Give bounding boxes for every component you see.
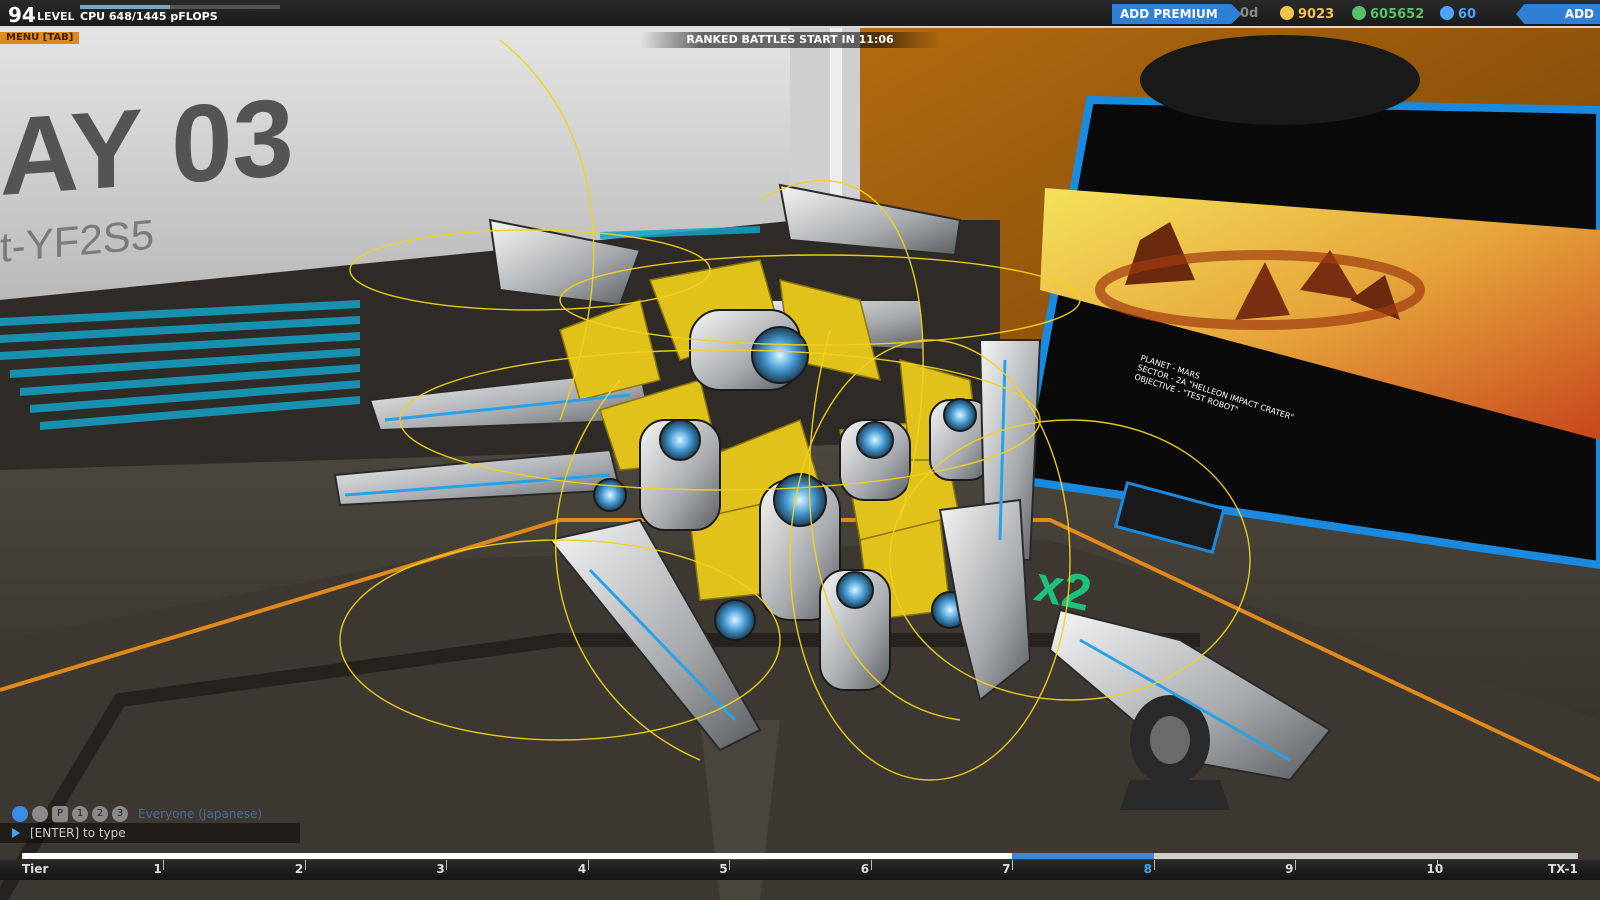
cpu-usage-text: CPU 648/1445 pFLOPS (80, 10, 218, 23)
tier-labels: Tier 1 2 3 4 5 6 7 8 9 10 TX-1 (0, 860, 1600, 880)
user-2-icon[interactable]: 2 (92, 806, 108, 822)
tier-tick (163, 860, 165, 870)
bay-title-text: AY 03 (0, 76, 294, 219)
tier-progress-bar (22, 853, 1578, 859)
tier-label-1: 1 (153, 862, 162, 876)
cc-currency: 60 (1440, 6, 1476, 22)
tier-label-start: Tier (22, 862, 49, 876)
robits-value: 9023 (1298, 7, 1335, 22)
user-1-icon[interactable]: 1 (72, 806, 88, 822)
tier-label-6: 6 (860, 862, 870, 876)
rp-currency: 605652 (1352, 6, 1424, 22)
tier-tick (587, 860, 589, 870)
user-3-icon[interactable]: 3 (112, 806, 128, 822)
current-tier-marker (1012, 853, 1154, 859)
cc-value: 60 (1458, 7, 1477, 22)
premium-days-remaining: 0d (1240, 6, 1259, 21)
rp-value: 605652 (1370, 7, 1425, 22)
tier-tick (1153, 860, 1155, 870)
globe-icon[interactable] (12, 806, 28, 822)
player-level-value: 94 (8, 3, 36, 27)
tier-label-8: 8 (1143, 862, 1152, 876)
add-funds-button[interactable]: ADD FUNDS (1516, 4, 1600, 24)
tier-label-7: 7 (1002, 862, 1011, 876)
tier-label-10: 10 (1426, 862, 1444, 876)
robits-currency: 9023 (1280, 6, 1334, 22)
menu-tab-button[interactable]: MENU [TAB] (0, 32, 80, 44)
party-icon[interactable]: P (52, 806, 68, 822)
tier-tick (304, 860, 306, 870)
cpu-usage-fill (80, 5, 170, 9)
garage-scene: AY 03 t-YF2S5 x2 PLANET - MARS SECTOR - … (0, 28, 1600, 900)
cpu-usage-bar (80, 5, 280, 9)
tier-label-9: 9 (1285, 862, 1294, 876)
tier-label-4: 4 (577, 862, 587, 876)
chat-input[interactable]: [ENTER] to type (0, 823, 300, 843)
chat-input-placeholder: [ENTER] to type (30, 826, 126, 840)
chat-channel-name[interactable]: Everyone (Japanese) (138, 807, 262, 821)
add-premium-button[interactable]: ADD PREMIUM (1112, 4, 1242, 24)
rp-icon (1352, 6, 1366, 20)
tier-tick (729, 860, 731, 870)
tier-label-2: 2 (294, 862, 304, 876)
tier-label-5: 5 (719, 862, 728, 876)
tier-tick (1295, 860, 1297, 870)
tier-label-tx-1: TX-1 (1548, 862, 1578, 876)
top-bar: 94 LEVEL CPU 648/1445 pFLOPS ADD PREMIUM… (0, 0, 1600, 28)
tier-tick (870, 860, 872, 870)
mission-monitor: PLANET - MARS SECTOR - 2A "HELLEON IMPAC… (1015, 35, 1600, 570)
tier-label-3: 3 (436, 862, 445, 876)
star-coin-icon (1280, 6, 1294, 20)
clan-icon[interactable] (32, 806, 48, 822)
ranked-battles-countdown: RANKED BATTLES START IN 11:06 (640, 32, 940, 48)
cc-icon (1440, 6, 1454, 20)
tier-tick (1436, 860, 1438, 870)
chat-arrow-icon (12, 828, 20, 838)
tier-tick (446, 860, 448, 870)
player-level-label: LEVEL (37, 10, 75, 23)
tier-tick (1012, 860, 1014, 870)
tier-progress-fill (22, 853, 1135, 859)
